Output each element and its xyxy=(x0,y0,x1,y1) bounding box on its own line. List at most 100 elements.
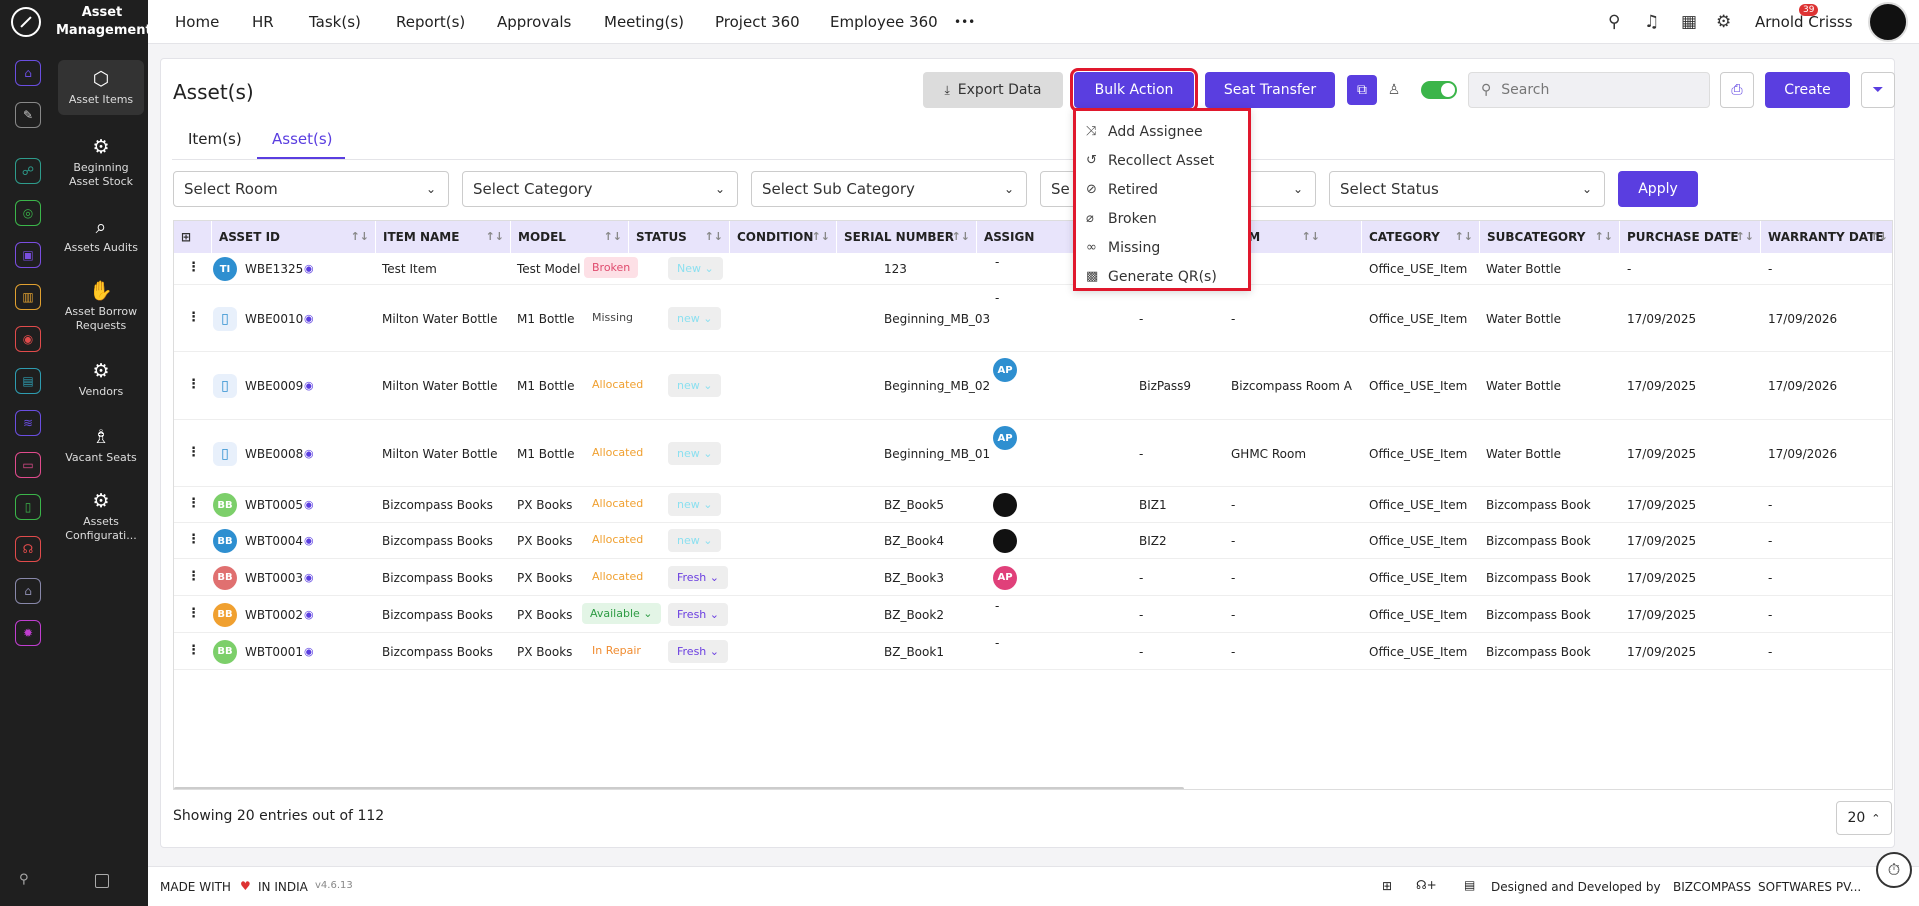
sort-icon[interactable]: ↑↓ xyxy=(1455,221,1473,253)
assignee-avatar[interactable] xyxy=(993,493,1017,517)
sidebar-item-assets-configuration[interactable]: ⚙ Assets Configurati... xyxy=(58,490,144,543)
asset-id[interactable]: WBT0005 xyxy=(245,498,303,512)
sort-icon[interactable]: ↑↓ xyxy=(1302,221,1320,253)
col-condition[interactable]: CONDITION ↑↓ xyxy=(729,221,836,253)
sort-icon[interactable]: ↑↓ xyxy=(486,221,504,253)
condition-select[interactable]: new ⌄ xyxy=(668,493,722,516)
category-select[interactable]: Select Category ⌄ xyxy=(462,171,738,207)
sidebar-item-asset-items[interactable]: ⬡ Asset Items xyxy=(58,60,144,115)
row-actions-icon[interactable]: ⋮ xyxy=(187,532,200,547)
receipt-icon[interactable]: ▤ xyxy=(1464,878,1475,892)
monitor-app-icon[interactable]: ▭ xyxy=(15,452,41,478)
sort-icon[interactable]: ↑↓ xyxy=(1736,221,1754,253)
condition-select[interactable]: new ⌄ xyxy=(668,529,722,552)
col-status[interactable]: STATUS ↑↓ xyxy=(628,221,729,253)
pin-app-icon[interactable]: ✎ xyxy=(15,102,41,128)
row-actions-icon[interactable]: ⋮ xyxy=(187,310,200,325)
wallet-app-icon[interactable]: ◎ xyxy=(15,200,41,226)
nav-project-360[interactable]: Project 360 xyxy=(715,13,800,31)
condition-select[interactable]: new ⌄ xyxy=(668,306,722,330)
create-button[interactable]: Create xyxy=(1765,72,1850,108)
sub-category-select[interactable]: Select Sub Category ⌄ xyxy=(751,171,1027,207)
condition-select[interactable]: Fresh ⌄ xyxy=(668,639,728,663)
row-actions-icon[interactable]: ⋮ xyxy=(187,260,200,275)
sidebar-item-assets-audits[interactable]: ⌕ Assets Audits xyxy=(58,216,144,255)
nav-hr[interactable]: HR xyxy=(252,13,274,31)
eye-icon[interactable]: ◉ xyxy=(304,645,314,658)
user-avatar[interactable] xyxy=(1868,2,1908,42)
row-actions-icon[interactable]: ⋮ xyxy=(187,606,200,621)
col-model[interactable]: MODEL ↑↓ xyxy=(510,221,628,253)
sort-icon[interactable]: ↑↓ xyxy=(604,221,622,253)
assignee-avatar[interactable]: AP xyxy=(993,426,1017,450)
compass-logo-icon[interactable] xyxy=(11,7,41,37)
export-data-button[interactable]: ⤓ Export Data xyxy=(923,72,1063,108)
table-row[interactable]: ⋮ ▯ WBE0008 ◉ Milton Water Bottle M1 Bottle Al… xyxy=(174,420,1892,487)
windows-icon[interactable]: ⊞ xyxy=(1382,879,1392,893)
document-app-icon[interactable]: ▯ xyxy=(15,494,41,520)
menu-item-retired[interactable]: ⊘ Retired xyxy=(1076,175,1248,204)
nav-meetings[interactable]: Meeting(s) xyxy=(604,13,684,31)
condition-select[interactable]: Fresh ⌄ xyxy=(668,602,728,626)
apps-grid-icon[interactable]: ▦ xyxy=(1681,12,1697,32)
sort-icon[interactable]: ↑↓ xyxy=(705,221,723,253)
table-row[interactable]: ⋮ BB WBT0001 ◉ Bizcompass Books PX Books In Re… xyxy=(174,633,1892,670)
eye-icon[interactable]: ◉ xyxy=(304,571,314,584)
assignee-avatar[interactable]: AP xyxy=(993,358,1017,382)
asset-id[interactable]: WBE0009 xyxy=(245,379,303,393)
settings-app-icon[interactable]: ✹ xyxy=(15,620,41,646)
condition-select[interactable]: new ⌄ xyxy=(668,374,722,397)
box-app-icon[interactable]: ▤ xyxy=(15,368,41,394)
eye-icon[interactable]: ◉ xyxy=(304,608,314,621)
menu-item-recollect-asset[interactable]: ↺ Recollect Asset xyxy=(1076,146,1248,175)
sort-icon[interactable]: ↑↓ xyxy=(351,221,369,253)
headset-icon[interactable]: ☊+ xyxy=(1416,878,1437,892)
asset-id[interactable]: WBT0004 xyxy=(245,534,303,548)
device-view-icon[interactable]: ⧉ xyxy=(1347,75,1377,105)
apply-button[interactable]: Apply xyxy=(1618,171,1698,207)
page-size-select[interactable]: 20 ⌃ xyxy=(1836,801,1892,835)
col-warranty-date[interactable]: WARRANTY DATE ↑↓ xyxy=(1760,221,1892,253)
condition-select[interactable]: Fresh ⌄ xyxy=(668,565,728,589)
bulk-action-button[interactable]: Bulk Action xyxy=(1070,68,1198,112)
status-badge[interactable]: Available ⌄ xyxy=(582,602,661,624)
table-row[interactable]: ⋮ BB WBT0005 ◉ Bizcompass Books PX Books Alloc… xyxy=(174,487,1892,523)
collapse-sidebar-icon[interactable] xyxy=(95,874,109,888)
asset-id[interactable]: WBT0003 xyxy=(245,571,303,585)
sidebar-item-vendors[interactable]: ⚙ Vendors xyxy=(58,360,144,399)
col-subcategory[interactable]: SUBCATEGORY ↑↓ xyxy=(1479,221,1619,253)
sort-icon[interactable]: ↑↓ xyxy=(1595,221,1613,253)
home-app-icon[interactable]: ⌂ xyxy=(15,60,41,86)
sidebar-item-beginning-asset-stock[interactable]: ⚙ Beginning Asset Stock xyxy=(58,136,144,189)
col-item-name[interactable]: ITEM NAME ↑↓ xyxy=(375,221,510,253)
status-select[interactable]: Select Status ⌄ xyxy=(1329,171,1605,207)
view-toggle[interactable] xyxy=(1421,81,1457,99)
target-app-icon[interactable]: ◉ xyxy=(15,326,41,352)
asset-id[interactable]: WBT0002 xyxy=(245,608,303,622)
menu-item-missing[interactable]: ∞ Missing xyxy=(1076,233,1248,262)
table-row[interactable]: ⋮ BB WBT0004 ◉ Bizcompass Books PX Books Alloc… xyxy=(174,523,1892,559)
asset-id[interactable]: WBE0008 xyxy=(245,447,303,461)
bell-icon[interactable]: ♫ xyxy=(1644,12,1659,32)
row-actions-icon[interactable]: ⋮ xyxy=(187,377,200,392)
asset-id[interactable]: WBE1325 xyxy=(245,262,303,276)
sort-icon[interactable]: ↑↓ xyxy=(1870,221,1888,253)
nav-employee-360[interactable]: Employee 360 xyxy=(830,13,938,31)
sidebar-item-vacant-seats[interactable]: ♗ Vacant Seats xyxy=(58,426,144,465)
table-row[interactable]: ⋮ BB WBT0003 ◉ Bizcompass Books PX Books Alloc… xyxy=(174,559,1892,596)
eye-icon[interactable]: ◉ xyxy=(304,498,314,511)
briefcase-app-icon[interactable]: ▣ xyxy=(15,242,41,268)
col-serial-number[interactable]: SERIAL NUMBER ↑↓ xyxy=(836,221,976,253)
eye-icon[interactable]: ◉ xyxy=(304,379,314,392)
asset-id[interactable]: WBT0001 xyxy=(245,645,303,659)
table-row[interactable]: ⋮ ▯ WBE0009 ◉ Milton Water Bottle M1 Bottle Al… xyxy=(174,352,1892,420)
nav-reports[interactable]: Report(s) xyxy=(396,13,465,31)
col-asset-id[interactable]: ASSET ID ↑↓ xyxy=(211,221,375,253)
menu-item-generate-qr[interactable]: ▩ Generate QR(s) xyxy=(1076,262,1248,291)
room-select[interactable]: Select Room ⌄ xyxy=(173,171,449,207)
filter-icon[interactable]: ⏷ xyxy=(1861,72,1895,108)
stopwatch-icon[interactable]: ⏱ xyxy=(1876,852,1912,888)
menu-item-add-assignee[interactable]: ⤨ Add Assignee xyxy=(1076,117,1248,146)
table-row[interactable]: ⋮ ▯ WBE0010 ◉ Milton Water Bottle M1 Bottle Mi… xyxy=(174,285,1892,352)
sort-icon[interactable]: ↑↓ xyxy=(952,221,970,253)
